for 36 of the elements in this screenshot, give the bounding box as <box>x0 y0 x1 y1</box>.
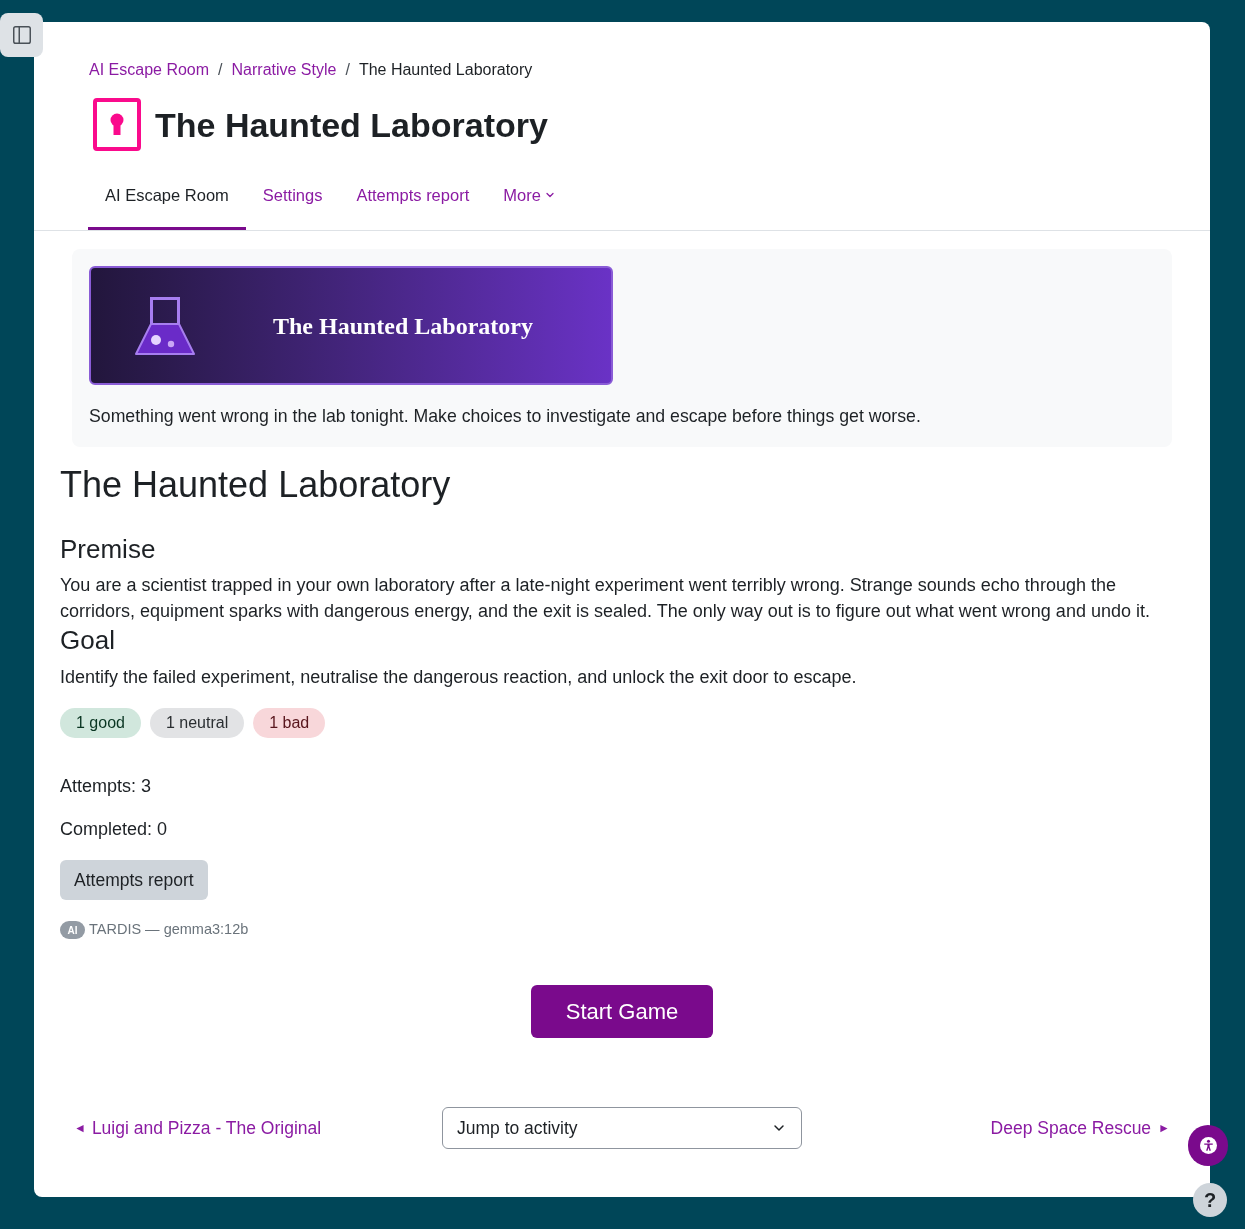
section-heading: Premise <box>60 533 157 565</box>
flask-icon <box>135 296 195 355</box>
stat-text: Attempts: 3 <box>60 775 153 798</box>
attempts-report-button[interactable]: Attempts report <box>60 860 208 900</box>
breadcrumb-current-page: The Haunted Laboratory <box>358 60 533 80</box>
breadcrumb-link[interactable]: Narrative Style <box>231 58 337 82</box>
section-heading: Goal <box>60 624 116 656</box>
stat-text: Completed: 0 <box>60 818 169 841</box>
sidebar-panel-icon <box>10 24 33 46</box>
jump-to-activity-select[interactable]: Jump to activity <box>442 1107 802 1149</box>
more-menu-tab[interactable]: More <box>486 163 573 230</box>
start-game-button[interactable]: Start Game <box>531 985 713 1038</box>
ai-badge: AI <box>60 921 85 939</box>
section-text: You are a scientist trapped in your own laboratory after a late-night experiment went terribly wrong. Strange sounds echo through the corridors, equipment sparks with dangerous energy, and the exit is sealed. The only way out is to figure out what went wrong and undo it. <box>60 574 1151 623</box>
next-activity-link[interactable]: Deep Space Rescue ► <box>990 1114 1170 1142</box>
outcome-badge: 1 neutral <box>149 708 245 738</box>
intro-description: Something went wrong in the lab tonight. Make choices to investigate and escape before things get worse. <box>89 405 922 428</box>
nav-tab[interactable]: Attempts report <box>339 163 487 230</box>
banner-title: The Haunted Laboratory <box>273 311 533 341</box>
breadcrumb-separator: / <box>218 60 223 80</box>
nav-tab[interactable]: AI Escape Room <box>88 163 246 230</box>
sidebar-toggle-button[interactable] <box>0 13 43 57</box>
outcome-badge: 1 bad <box>253 708 326 738</box>
outcome-badge: 1 good <box>60 708 141 738</box>
help-button[interactable]: ? <box>1193 1183 1227 1217</box>
activity-heading: The Haunted Laboratory <box>60 463 452 507</box>
page-title: The Haunted Laboratory <box>155 104 548 146</box>
keyhole-icon <box>93 98 141 151</box>
accessibility-button[interactable] <box>1188 1125 1228 1166</box>
breadcrumb-separator: / <box>345 60 350 80</box>
breadcrumb-link[interactable]: AI Escape Room <box>89 58 210 82</box>
accessibility-icon <box>1199 1137 1217 1154</box>
model-info-text: TARDIS — gemma3:12b <box>89 920 249 940</box>
previous-activity-link[interactable]: ◄ Luigi and Pizza - The Original <box>74 1114 322 1142</box>
nav-tab[interactable]: Settings <box>245 163 340 230</box>
section-text: Identify the failed experiment, neutralise the dangerous reaction, and unlock the exit door to escape. <box>60 666 858 689</box>
